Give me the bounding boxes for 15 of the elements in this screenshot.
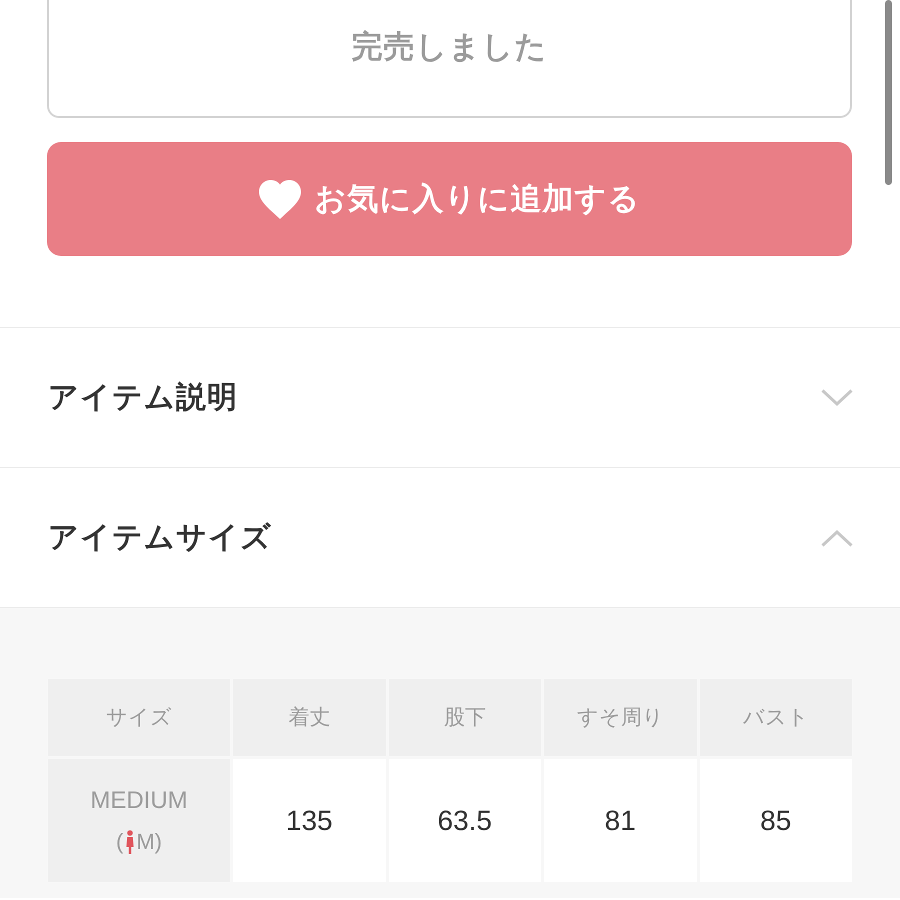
table-cell: 85 [700,759,852,882]
size-code-text: M) [136,828,162,856]
table-cell: 63.5 [388,759,541,882]
table-cell: 135 [233,759,386,882]
table-header-cell: バスト [700,679,852,756]
person-icon [125,830,136,854]
table-header-cell: 股下 [388,679,541,756]
scrollbar-thumb[interactable] [885,0,892,185]
table-cell: 81 [544,759,696,882]
table-header-cell: すそ周り [544,679,696,756]
table-header-cell: 着丈 [233,679,386,756]
size-name: MEDIUM [90,786,188,816]
heart-icon [258,180,300,218]
open-paren-text: ( [116,828,124,856]
table-header-cell: サイズ [48,679,230,756]
